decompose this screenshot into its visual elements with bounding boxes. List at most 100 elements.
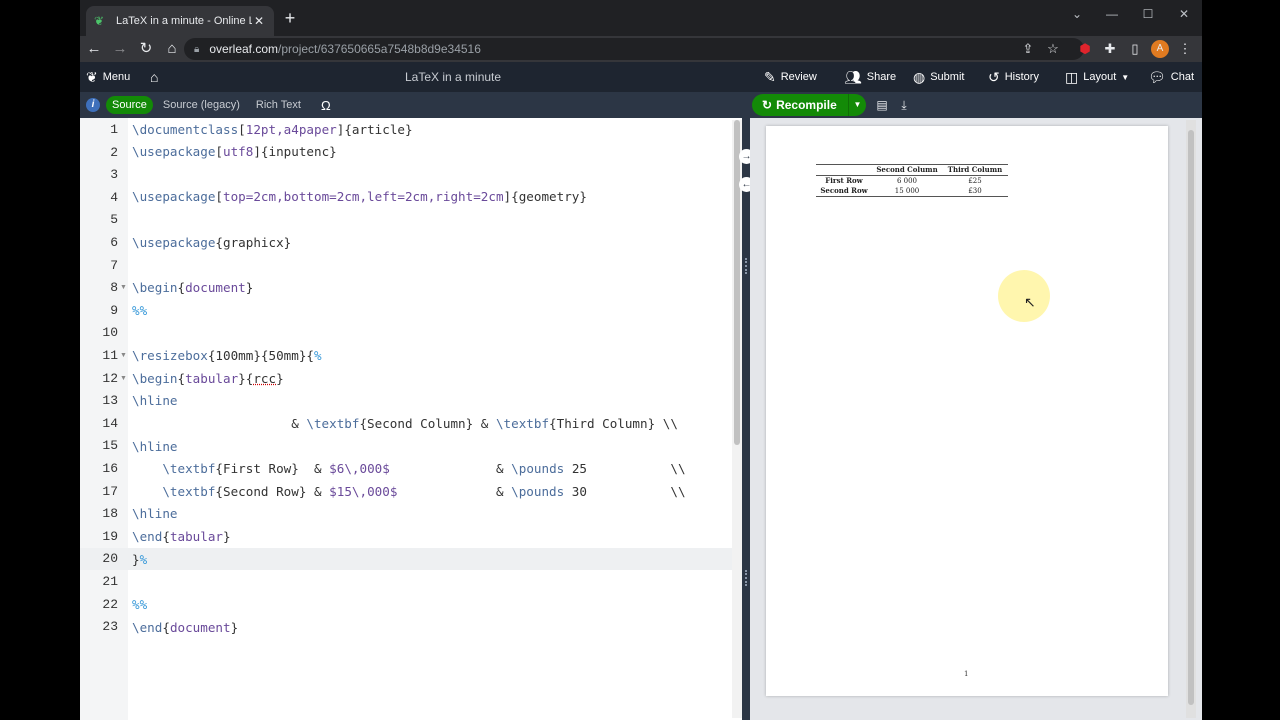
code-line[interactable]: \hline	[132, 390, 178, 412]
bookmark-star-icon[interactable]: ☆	[1044, 40, 1062, 58]
line-number: 18	[102, 506, 118, 522]
tab-strip: ❦ LaTeX in a minute - Online LaTeX ✕ + ⌄…	[80, 0, 1202, 36]
fold-chevron-icon[interactable]: ▼	[120, 345, 127, 367]
code-line[interactable]: \begin{tabular}{rcc}	[132, 368, 284, 390]
code-line[interactable]: \usepackage[top=2cm,bottom=2cm,left=2cm,…	[132, 186, 587, 208]
code-line[interactable]: \usepackage{graphicx}	[132, 232, 291, 254]
recompile-label: Recompile	[776, 98, 837, 112]
browser-tab[interactable]: ❦ LaTeX in a minute - Online LaTeX ✕	[86, 6, 274, 36]
close-window-icon[interactable]: ✕	[1169, 4, 1199, 24]
profile-avatar[interactable]: A	[1151, 40, 1169, 58]
refresh-icon: ↻	[762, 98, 773, 112]
tab-source[interactable]: Source	[106, 96, 153, 114]
pdf-viewer[interactable]: Second Column Third Column First Row 6 0…	[750, 118, 1202, 720]
code-line[interactable]: \resizebox{100mm}{50mm}{%	[132, 345, 322, 367]
submit-button[interactable]: ◍ Submit	[913, 62, 964, 92]
pdf-scrollbar[interactable]	[1186, 120, 1196, 718]
overleaf-logo-icon: ❦	[86, 68, 98, 85]
review-button[interactable]: ✎ Review	[764, 62, 817, 92]
history-icon: ↺	[988, 68, 1000, 85]
tab-rich-text[interactable]: Rich Text	[250, 96, 307, 114]
minimize-icon[interactable]: —	[1097, 4, 1127, 24]
page-number: 1	[964, 670, 969, 678]
line-number: 6	[110, 235, 118, 250]
recompile-options-chevron-icon[interactable]: ▼	[848, 94, 866, 116]
pane-divider[interactable]: → ←	[739, 118, 754, 720]
code-line[interactable]: %%	[132, 300, 147, 322]
line-number: 12	[102, 370, 118, 386]
fold-chevron-icon[interactable]: ▼	[120, 277, 127, 299]
share-button[interactable]: 👥︎ Share	[844, 62, 896, 92]
maximize-icon[interactable]: ☐	[1133, 4, 1163, 24]
view-logs-icon[interactable]: ▤	[874, 96, 890, 114]
review-icon: ✎	[764, 68, 776, 85]
forward-icon[interactable]: →	[108, 37, 132, 61]
table-cell: £30	[968, 187, 982, 195]
scrollbar-thumb[interactable]	[1188, 130, 1194, 705]
editor-toolbar: i Source Source (legacy) Rich Text Ω	[80, 92, 750, 118]
layout-button[interactable]: ◫ Layout ▼	[1065, 62, 1129, 92]
menu-label: Menu	[102, 71, 131, 83]
code-line[interactable]: & \textbf{Second Column} & \textbf{Third…	[132, 413, 678, 435]
code-line[interactable]: \usepackage[utf8]{inputenc}	[132, 141, 337, 163]
extension-red-icon[interactable]: ⬢	[1076, 40, 1094, 58]
home-icon[interactable]: ⌂	[160, 37, 184, 61]
code-line[interactable]: \begin{document}	[132, 277, 253, 299]
code-line[interactable]: %%	[132, 594, 147, 616]
project-title[interactable]: LaTeX in a minute	[405, 62, 501, 92]
line-number: 22	[102, 596, 118, 612]
share-label: Share	[866, 71, 897, 83]
chevron-down-icon: ▼	[1121, 72, 1130, 82]
browser-menu-icon[interactable]: ⋮	[1176, 40, 1194, 58]
chat-button[interactable]: 💬︎ Chat	[1148, 62, 1194, 92]
table-cell: Second Column	[876, 165, 938, 174]
side-panel-icon[interactable]: ▯	[1126, 40, 1144, 58]
line-number: 10	[102, 325, 118, 341]
line-number: 7	[110, 257, 118, 273]
symbol-palette-button[interactable]: Ω	[321, 98, 331, 113]
info-icon[interactable]: i	[86, 98, 100, 112]
url-input[interactable]: 🔒︎ overleaf.com/project/637650665a7548b8…	[184, 38, 1084, 60]
code-line[interactable]: \hline	[132, 436, 178, 458]
back-icon[interactable]: ←	[82, 37, 106, 61]
review-label: Review	[780, 71, 817, 83]
code-line[interactable]: \documentclass[12pt,a4paper]{article}	[132, 119, 413, 141]
editor-scrollbar[interactable]	[732, 120, 742, 718]
history-button[interactable]: ↺ History	[988, 62, 1039, 92]
code-line[interactable]: \textbf{Second Row} & $15\,000$ & \pound…	[132, 481, 685, 503]
share-users-icon: 👥︎	[844, 68, 862, 85]
line-number: 4	[110, 189, 118, 205]
scrollbar-thumb[interactable]	[734, 120, 740, 445]
code-line[interactable]: }%	[132, 549, 147, 571]
code-line[interactable]: \end{tabular}	[132, 526, 231, 548]
code-editor[interactable]: 1 2 3 4 5 6 7 8 ▼ 9 10 11 ▼ 12 ▼ 13 14 15 16 17 18 19 20 21 22 23…	[80, 118, 742, 720]
tab-source-legacy[interactable]: Source (legacy)	[157, 96, 246, 114]
recompile-button[interactable]: ↻ Recompile ▼	[752, 94, 866, 116]
line-number: 15	[102, 438, 118, 454]
line-number: 5	[110, 212, 118, 228]
code-line[interactable]: \end{document}	[132, 617, 238, 639]
tab-search-icon[interactable]: ⌄	[1062, 4, 1092, 24]
extensions-puzzle-icon[interactable]: ✚	[1101, 40, 1119, 58]
code-line[interactable]: \textbf{First Row} & $6\,000$ & \pounds …	[132, 458, 685, 480]
menu-button[interactable]: ❦ Menu	[86, 62, 130, 92]
drag-handle-icon[interactable]	[745, 570, 747, 586]
new-tab-button[interactable]: +	[280, 8, 300, 28]
share-page-icon[interactable]: ⇪	[1019, 40, 1037, 58]
fold-chevron-icon[interactable]: ▼	[120, 368, 127, 390]
line-number: 8	[110, 280, 118, 296]
browser-window: ❦ LaTeX in a minute - Online LaTeX ✕ + ⌄…	[80, 0, 1202, 720]
drag-handle-icon[interactable]	[745, 258, 747, 274]
pdf-page: Second Column Third Column First Row 6 0…	[766, 126, 1168, 696]
close-tab-icon[interactable]: ✕	[252, 14, 266, 28]
code-line[interactable]: \hline	[132, 503, 178, 525]
table-row: Second Row 15 000 £30	[816, 186, 1008, 196]
active-line-highlight	[80, 548, 732, 570]
line-number: 2	[110, 144, 118, 160]
reload-icon[interactable]: ↻	[134, 37, 158, 61]
download-pdf-icon[interactable]: ⤓	[896, 96, 912, 114]
line-number: 14	[102, 415, 118, 431]
table-header-row: Second Column Third Column	[816, 165, 1008, 175]
table-cell: Second Row	[820, 186, 868, 195]
home-button[interactable]: ⌂	[150, 62, 158, 92]
